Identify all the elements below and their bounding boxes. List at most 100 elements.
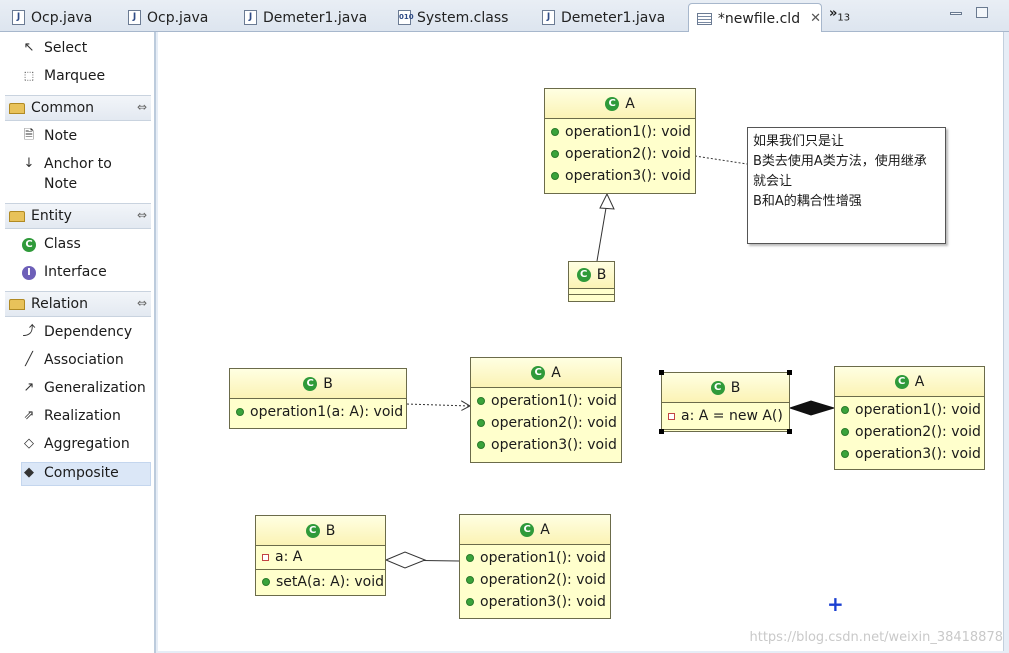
operation-row[interactable]: operation1(): void — [471, 390, 621, 412]
palette-aggregation-tool[interactable]: ◇ Aggregation — [22, 434, 152, 458]
selection-handle[interactable] — [659, 370, 664, 375]
class-icon: C — [710, 380, 725, 395]
collapse-icon[interactable]: ⇔ — [137, 208, 147, 222]
operation-label: operation1(): void — [565, 124, 691, 140]
palette-item-label: Association — [44, 352, 124, 368]
note-line: 就会让 — [753, 174, 793, 189]
crosshair-cursor-icon: + — [827, 592, 844, 616]
editor-tab-bar: J Ocp.java J Ocp.java J Demeter1.java 01… — [0, 0, 1009, 33]
palette-note-tool[interactable]: 🗎 Note — [22, 126, 152, 150]
tab-overflow-button[interactable]: »13 — [829, 6, 850, 24]
operation-row[interactable]: operation3(): void — [471, 434, 621, 456]
drawer-entity[interactable]: Entity ⇔ — [5, 203, 151, 229]
operation-row[interactable]: operation3(): void — [835, 443, 984, 465]
realization-icon: ⇗ — [23, 408, 35, 423]
close-icon[interactable]: ✕ — [810, 11, 821, 26]
operation-row[interactable]: operation1(): void — [545, 121, 695, 143]
attributes-compartment: a: A = new A() — [662, 403, 789, 430]
palette-generalization-tool[interactable]: ↗ Generalization — [22, 378, 152, 402]
palette-anchor-tool[interactable]: ↓ Anchor to Note — [22, 154, 152, 196]
class-header: C B — [230, 369, 406, 399]
palette-item-label: Interface — [44, 264, 107, 280]
class-b-top[interactable]: C B — [568, 261, 615, 302]
operation-row[interactable]: operation3(): void — [460, 591, 610, 613]
public-method-icon — [841, 450, 849, 458]
private-field-icon — [262, 554, 269, 561]
java-file-icon: J — [12, 10, 25, 25]
attribute-row[interactable]: a: A — [256, 548, 385, 567]
operation-label: operation2(): void — [480, 572, 606, 588]
operations-compartment: setA(a: A): void — [256, 570, 385, 594]
private-field-icon — [668, 412, 675, 420]
dependency-icon: ⤴ — [22, 324, 36, 339]
class-icon: C — [605, 96, 620, 111]
public-method-icon — [466, 576, 474, 584]
class-icon: C — [531, 365, 546, 380]
attribute-row[interactable]: a: A = new A() — [662, 405, 789, 427]
operation-row[interactable]: operation2(): void — [460, 569, 610, 591]
diagram-canvas[interactable]: C A operation1(): void operation2(): voi… — [158, 32, 1004, 651]
class-a-dependency[interactable]: C A operation1(): void operation2(): voi… — [470, 357, 622, 463]
class-a-top[interactable]: C A operation1(): void operation2(): voi… — [544, 88, 696, 194]
tab-ocp-java-1[interactable]: J Ocp.java — [4, 3, 116, 32]
operation-row[interactable]: operation2(): void — [471, 412, 621, 434]
tab-label: Ocp.java — [147, 9, 209, 26]
public-method-icon — [477, 397, 485, 405]
drawer-relation[interactable]: Relation ⇔ — [5, 291, 151, 317]
operation-row[interactable]: operation1(): void — [835, 399, 984, 421]
operation-row[interactable]: operation2(): void — [545, 143, 695, 165]
palette-interface-tool[interactable]: I Interface — [22, 262, 152, 286]
selection-handle[interactable] — [659, 429, 664, 434]
operation-row[interactable]: operation2(): void — [835, 421, 984, 443]
tab-ocp-java-2[interactable]: J Ocp.java — [120, 3, 232, 32]
operation-row[interactable]: operation3(): void — [545, 165, 695, 187]
class-header: C A — [471, 358, 621, 388]
tab-newfile-cld[interactable]: *newfile.cld ✕ — [688, 3, 822, 33]
palette-select-tool[interactable]: ↖ Select — [22, 38, 152, 62]
tab-demeter1-java-1[interactable]: J Demeter1.java — [236, 3, 386, 32]
palette-association-tool[interactable]: ╱ Association — [22, 350, 152, 374]
class-icon: C — [303, 376, 318, 391]
operation-row[interactable]: operation1(): void — [460, 547, 610, 569]
operation-label: operation2(): void — [491, 415, 617, 431]
class-a-aggregation[interactable]: C A operation1(): void operation2(): voi… — [459, 514, 611, 619]
diagram-note[interactable]: 如果我们只是让 B类去使用A类方法，使用继承 就会让 B和A的耦合性增强 — [747, 127, 946, 244]
association-icon: ╱ — [25, 352, 33, 367]
class-header: C B — [256, 516, 385, 546]
operations-compartment: operation1(): void operation2(): void op… — [835, 397, 984, 467]
composite-icon: ◆ — [24, 465, 34, 480]
class-name: A — [625, 95, 635, 112]
generalization-link[interactable] — [596, 207, 607, 262]
tab-demeter1-java-2[interactable]: J Demeter1.java — [534, 3, 684, 32]
class-a-composition[interactable]: C A operation1(): void operation2(): voi… — [834, 366, 985, 470]
class-header: C B — [662, 373, 789, 403]
selection-handle[interactable] — [787, 429, 792, 434]
anchor-icon: ↓ — [23, 156, 35, 171]
palette-class-tool[interactable]: C Class — [22, 234, 152, 258]
diagram-palette: ↖ Select ⬚ Marquee Common ⇔ 🗎 Note ↓ Anc… — [0, 32, 156, 653]
operations-compartment: operation1(): void operation2(): void op… — [471, 388, 621, 458]
class-file-icon: 010 — [398, 10, 414, 25]
class-b-composition[interactable]: C B a: A = new A() — [659, 370, 792, 434]
public-method-icon — [466, 554, 474, 562]
operation-row[interactable]: setA(a: A): void — [256, 572, 385, 592]
palette-dependency-tool[interactable]: ⤴ Dependency — [22, 322, 152, 346]
composition-diamond — [788, 400, 836, 416]
collapse-icon[interactable]: ⇔ — [137, 100, 147, 114]
class-b-dependency[interactable]: C B operation1(a: A): void — [229, 368, 407, 429]
collapse-icon[interactable]: ⇔ — [137, 296, 147, 310]
palette-realization-tool[interactable]: ⇗ Realization — [22, 406, 152, 430]
palette-marquee-tool[interactable]: ⬚ Marquee — [22, 66, 152, 90]
minimize-button[interactable] — [950, 12, 962, 15]
palette-composite-tool[interactable]: ◆ Composite — [21, 462, 151, 486]
selection-handle[interactable] — [787, 370, 792, 375]
drawer-common[interactable]: Common ⇔ — [5, 95, 151, 121]
tab-system-class[interactable]: 010 System.class — [390, 3, 530, 32]
operation-row[interactable]: operation1(a: A): void — [230, 401, 406, 423]
public-method-icon — [551, 150, 559, 158]
note-icon: 🗎 — [23, 128, 35, 143]
note-anchor-link[interactable] — [694, 155, 748, 165]
dependency-link[interactable] — [406, 404, 470, 406]
maximize-button[interactable] — [976, 7, 988, 18]
class-b-aggregation[interactable]: C B a: A setA(a: A): void — [255, 515, 386, 596]
